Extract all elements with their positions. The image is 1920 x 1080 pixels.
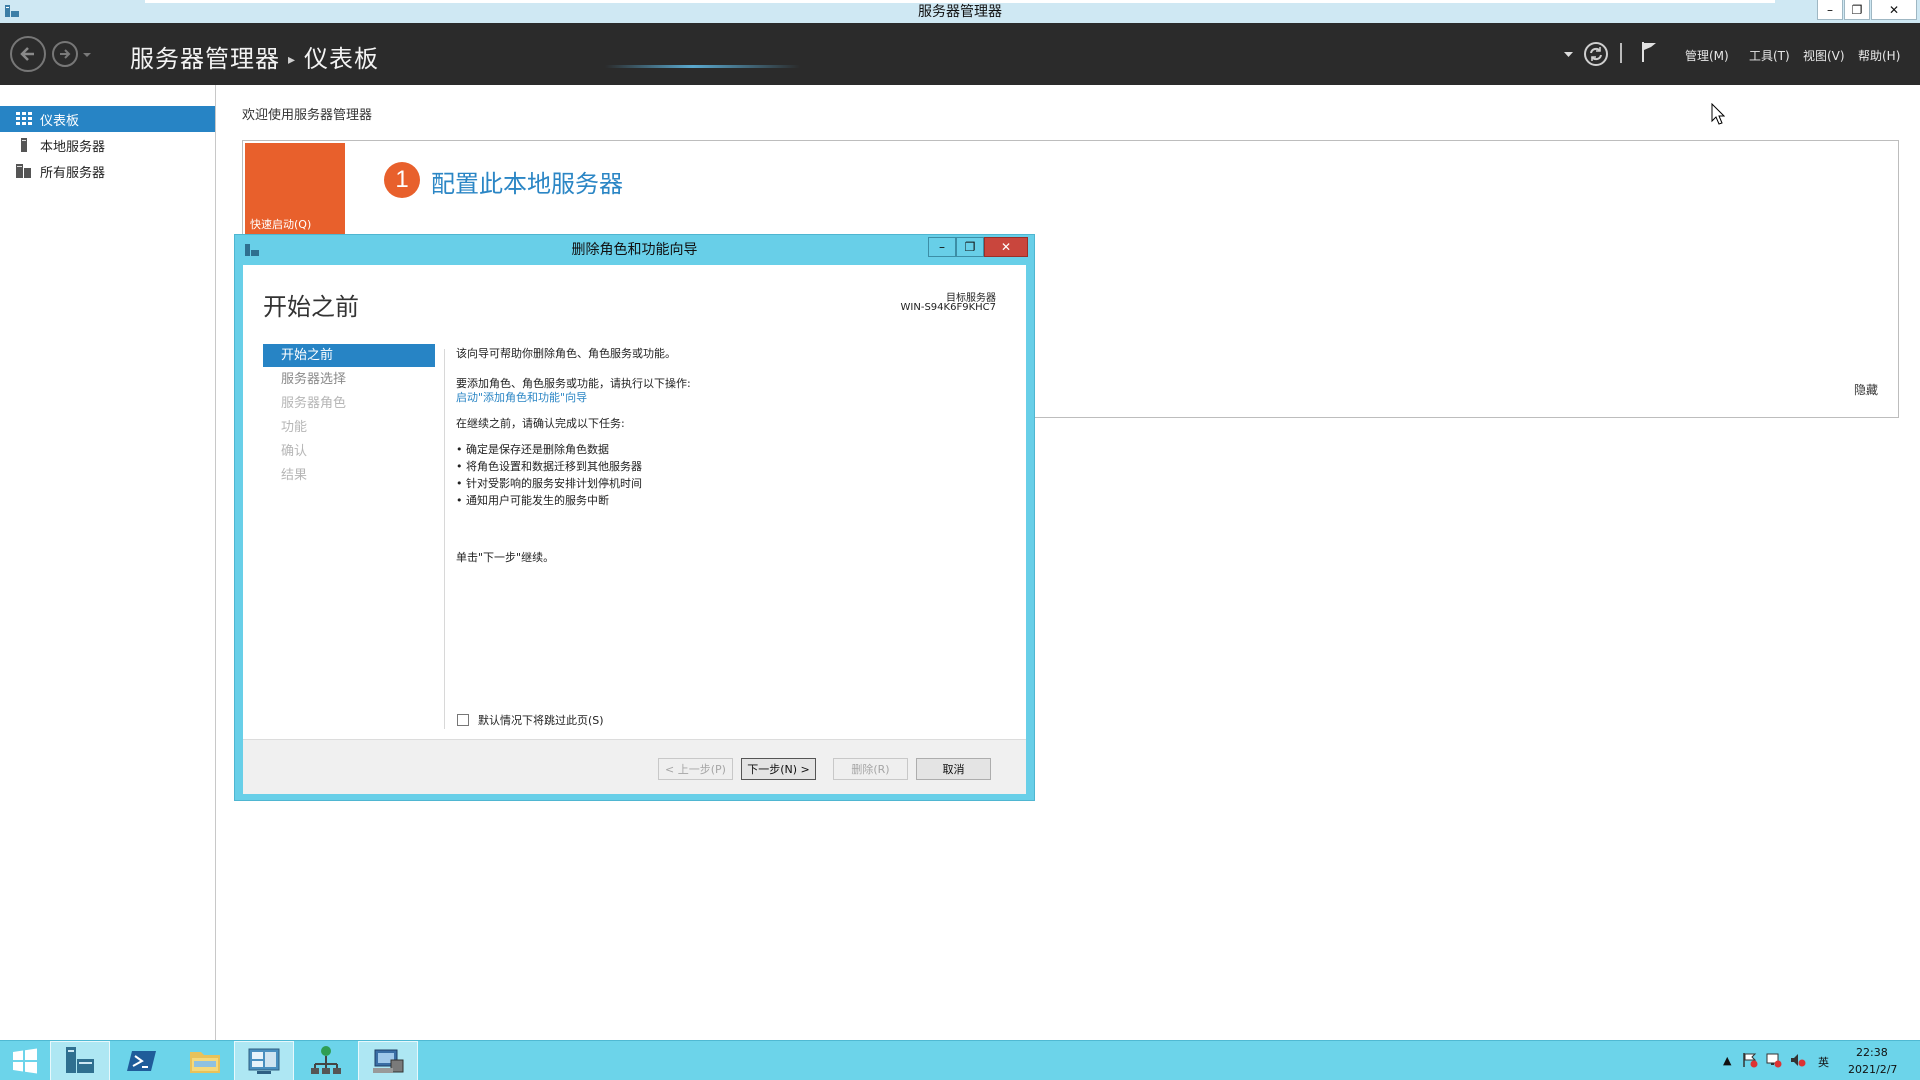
remove-roles-wizard-dialog: 删除角色和功能向导 – ❐ ✕ 开始之前 目标服务器 WIN-S94K6F9KH… xyxy=(234,234,1035,801)
taskbar-file-explorer[interactable] xyxy=(175,1041,235,1080)
show-hidden-icons-button[interactable]: ▲ xyxy=(1723,1054,1731,1067)
restore-button[interactable]: ❐ xyxy=(1844,0,1870,20)
wizard-divider xyxy=(444,349,445,729)
powershell-icon xyxy=(127,1051,156,1071)
wizard-minimize-button[interactable]: – xyxy=(928,237,956,257)
welcome-heading: 欢迎使用服务器管理器 xyxy=(242,108,373,123)
app-header: 服务器管理器 ▸ 仪表板 管理(M) 工具(T) 视图(V) 帮助(H) xyxy=(0,23,1920,85)
menu-tools[interactable]: 工具(T) xyxy=(1749,47,1790,64)
click-next-text: 单击"下一步"继续。 xyxy=(456,551,555,564)
task-item: • 通知用户可能发生的服务中断 xyxy=(456,494,609,507)
skip-page-checkbox[interactable] xyxy=(457,714,469,726)
wizard-restore-button[interactable]: ❐ xyxy=(956,237,984,257)
menu-manage[interactable]: 管理(M) xyxy=(1685,47,1729,64)
taskbar-remote-app[interactable] xyxy=(234,1041,294,1080)
wizard-step-features: 功能 xyxy=(281,420,308,435)
forward-button[interactable] xyxy=(52,41,78,67)
sidebar-item-dashboard[interactable]: 仪表板 xyxy=(0,106,215,132)
wizard-step-before-you-begin[interactable]: 开始之前 xyxy=(263,344,435,367)
sidebar-item-label: 本地服务器 xyxy=(40,139,106,155)
window-title-bar: 服务器管理器 – ❐ ✕ xyxy=(0,0,1920,23)
wizard-title: 删除角色和功能向导 xyxy=(571,242,698,258)
quick-start-label: 快速启动(Q) xyxy=(250,218,312,231)
wizard-step-server-selection[interactable]: 服务器选择 xyxy=(263,368,435,391)
add-roles-wizard-link[interactable]: 启动"添加角色和功能"向导 xyxy=(456,389,587,405)
computer-tools-icon xyxy=(373,1049,404,1073)
breadcrumb-root[interactable]: 服务器管理器 xyxy=(130,45,280,73)
progress-indicator xyxy=(605,65,800,68)
wizard-step-server-roles: 服务器角色 xyxy=(281,396,347,411)
breadcrumb-current: 仪表板 xyxy=(304,45,380,73)
mouse-cursor-icon xyxy=(1711,103,1725,125)
notification-flag-icon[interactable] xyxy=(1640,40,1658,64)
sidebar-item-local-server[interactable]: 本地服务器 xyxy=(0,132,215,158)
menu-view[interactable]: 视图(V) xyxy=(1803,47,1845,64)
input-method-indicator[interactable]: 英 xyxy=(1818,1054,1829,1070)
folder-icon xyxy=(190,1052,220,1073)
back-button[interactable] xyxy=(10,36,46,72)
taskbar-powershell[interactable] xyxy=(112,1041,172,1080)
breadcrumb: 服务器管理器 ▸ 仪表板 xyxy=(130,39,379,74)
network-status-icon[interactable] xyxy=(1766,1052,1782,1068)
configure-local-server-link[interactable]: 配置此本地服务器 xyxy=(431,164,623,199)
wizard-step-confirmation: 确认 xyxy=(281,444,308,459)
remove-button[interactable]: 删除(R) xyxy=(833,758,908,780)
history-dropdown-icon[interactable] xyxy=(82,51,92,59)
servers-icon xyxy=(16,164,31,178)
taskbar-server-app[interactable] xyxy=(358,1041,418,1080)
before-continue-text: 在继续之前，请确认完成以下任务: xyxy=(456,417,625,430)
breadcrumb-separator-icon: ▸ xyxy=(288,52,297,68)
sidebar: 仪表板 本地服务器 所有服务器 xyxy=(0,85,216,1040)
refresh-icon[interactable] xyxy=(1583,41,1609,67)
server-icon xyxy=(21,138,27,152)
task-item: • 确定是保存还是删除角色数据 xyxy=(456,443,609,456)
skip-page-label[interactable]: 默认情况下将跳过此页(S) xyxy=(478,712,604,728)
step-number-badge: 1 xyxy=(384,162,420,198)
wizard-close-button[interactable]: ✕ xyxy=(984,237,1028,257)
task-item: • 针对受影响的服务安排计划停机时间 xyxy=(456,477,642,490)
quick-start-tile[interactable]: 快速启动(Q) xyxy=(245,143,345,235)
sidebar-item-label: 仪表板 xyxy=(40,113,80,129)
window-title: 服务器管理器 xyxy=(918,4,1002,20)
previous-button[interactable]: < 上一步(P) xyxy=(658,758,733,780)
control-panel-icon xyxy=(248,1048,280,1074)
hide-link[interactable]: 隐藏 xyxy=(1854,381,1878,398)
arrow-left-icon xyxy=(20,47,34,61)
clock-date[interactable]: 2021/2/7 xyxy=(1848,1063,1897,1076)
wizard-intro-text: 该向导可帮助你删除角色、角色服务或功能。 xyxy=(456,347,676,360)
close-button[interactable]: ✕ xyxy=(1871,0,1917,20)
network-icon xyxy=(311,1046,341,1074)
minimize-button[interactable]: – xyxy=(1817,0,1843,20)
next-button[interactable]: 下一步(N) > xyxy=(741,758,816,780)
taskbar-server-manager[interactable] xyxy=(50,1041,110,1080)
start-button[interactable] xyxy=(0,1041,50,1080)
sidebar-item-all-servers[interactable]: 所有服务器 xyxy=(0,158,215,184)
wizard-body: 开始之前 目标服务器 WIN-S94K6F9KHC7 开始之前 服务器选择 服务… xyxy=(243,265,1026,794)
sidebar-item-label: 所有服务器 xyxy=(40,165,106,181)
dashboard-grid-icon xyxy=(16,112,32,125)
menu-help[interactable]: 帮助(H) xyxy=(1858,47,1900,64)
windows-logo-icon xyxy=(13,1048,37,1074)
wizard-page-heading: 开始之前 xyxy=(263,293,359,321)
taskbar-network-app[interactable] xyxy=(296,1041,356,1080)
wizard-footer: < 上一步(P) 下一步(N) > 删除(R) 取消 xyxy=(243,739,1026,794)
cancel-button[interactable]: 取消 xyxy=(916,758,991,780)
clock-time[interactable]: 22:38 xyxy=(1856,1046,1888,1059)
wizard-step-results: 结果 xyxy=(281,468,308,483)
server-manager-icon xyxy=(66,1047,94,1073)
target-server-name: WIN-S94K6F9KHC7 xyxy=(900,302,996,313)
task-item: • 将角色设置和数据迁移到其他服务器 xyxy=(456,460,642,473)
refresh-dropdown-icon[interactable] xyxy=(1564,51,1573,58)
volume-muted-icon[interactable] xyxy=(1790,1052,1806,1068)
taskbar: ▲ 英 22:38 2021/2/7 xyxy=(0,1040,1920,1080)
header-divider xyxy=(1620,43,1622,63)
action-center-flag-icon[interactable] xyxy=(1742,1052,1758,1068)
arrow-right-icon xyxy=(60,49,71,59)
